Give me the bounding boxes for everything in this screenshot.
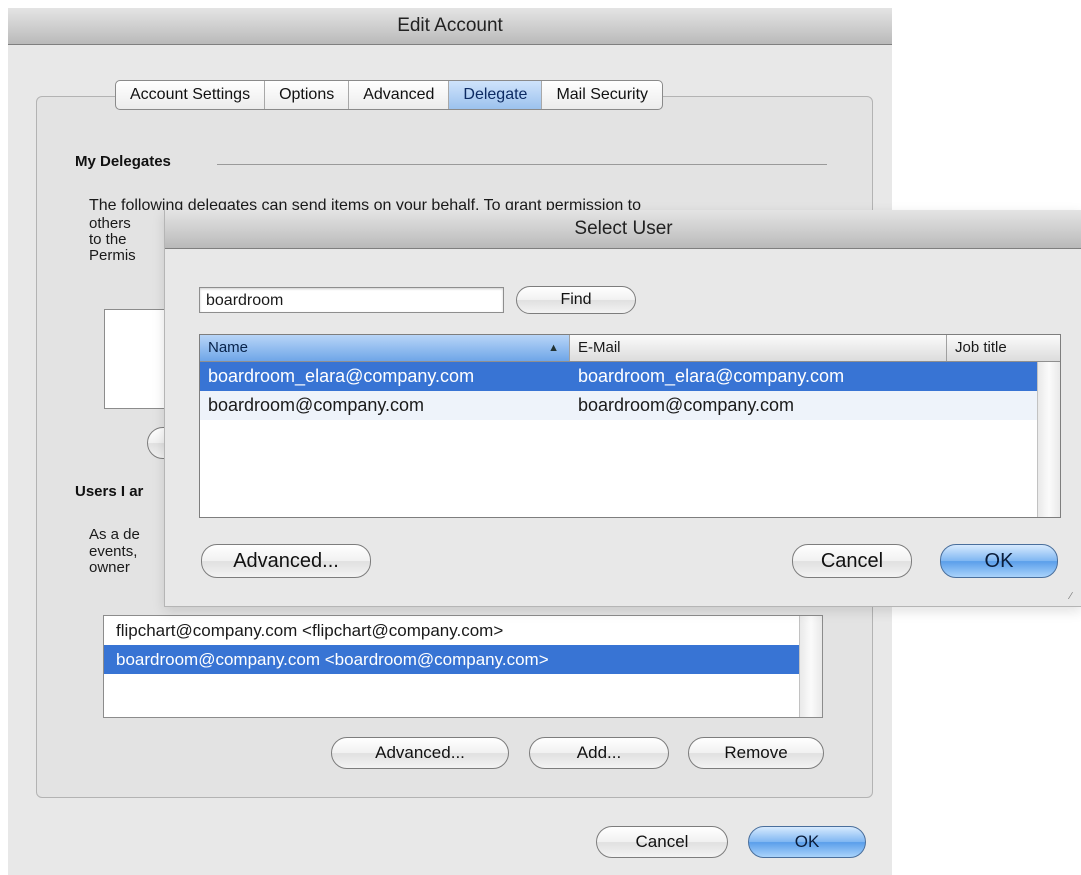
user-results-table: Name ▲ E-Mail Job title boardroom_elara@… [199, 334, 1061, 518]
window-title: Edit Account [397, 15, 503, 36]
select-user-cancel-button[interactable]: Cancel [792, 544, 912, 578]
cell-job-title [947, 391, 1032, 420]
list-scrollbar[interactable] [799, 616, 822, 717]
select-user-advanced-button[interactable]: Advanced... [201, 544, 371, 578]
my-delegates-heading: My Delegates [75, 153, 171, 170]
cancel-button[interactable]: Cancel [596, 826, 728, 858]
cell-name: boardroom@company.com [208, 395, 425, 415]
my-delegates-description-line-3: to the [89, 231, 127, 248]
my-delegates-description-line-4: Permis [89, 247, 136, 264]
select-user-titlebar[interactable]: Select User [165, 210, 1081, 249]
section-divider [217, 164, 827, 165]
remove-button[interactable]: Remove [688, 737, 824, 769]
cell-name: boardroom_elara@company.com [208, 366, 475, 386]
cell-email: boardroom_elara@company.com [578, 366, 845, 386]
cell-email: boardroom@company.com [578, 395, 795, 415]
edit-account-titlebar[interactable]: Edit Account [8, 8, 892, 45]
tab-account-settings[interactable]: Account Settings [116, 81, 264, 109]
search-input[interactable]: boardroom [199, 287, 504, 313]
list-item-selected[interactable]: boardroom@company.com <boardroom@company… [104, 645, 822, 674]
tab-options[interactable]: Options [264, 81, 348, 109]
users-i-am-heading: Users I ar [75, 483, 144, 500]
table-row[interactable]: boardroom@company.com boardroom@company.… [200, 391, 1060, 420]
users-i-am-description-line-1: As a de [89, 526, 140, 543]
delegate-advanced-button[interactable]: Advanced... [331, 737, 509, 769]
users-i-am-description-line-2: events, [89, 543, 138, 560]
select-user-dialog: Select User boardroom Find Name ▲ E-Mail… [164, 210, 1081, 607]
add-button[interactable]: Add... [529, 737, 669, 769]
dialog-title: Select User [574, 218, 673, 239]
cell-job-title [947, 362, 1032, 391]
select-user-ok-button[interactable]: OK [940, 544, 1058, 578]
ok-button[interactable]: OK [748, 826, 866, 858]
tab-advanced[interactable]: Advanced [348, 81, 448, 109]
column-header-job-title-label: Job title [955, 339, 1007, 356]
column-header-email[interactable]: E-Mail [570, 335, 947, 361]
tab-mail-security[interactable]: Mail Security [541, 81, 662, 109]
my-delegates-description-line-2: others [89, 215, 131, 232]
users-i-am-description-line-3: owner [89, 559, 130, 576]
table-scrollbar[interactable] [1037, 362, 1060, 517]
users-i-am-list[interactable]: flipchart@company.com <flipchart@company… [103, 615, 823, 718]
list-item[interactable]: flipchart@company.com <flipchart@company… [104, 616, 822, 645]
find-button[interactable]: Find [516, 286, 636, 314]
sort-ascending-icon: ▲ [548, 342, 559, 354]
column-header-name-label: Name [208, 339, 249, 356]
column-header-email-label: E-Mail [578, 339, 621, 356]
tab-delegate[interactable]: Delegate [448, 81, 542, 109]
table-header: Name ▲ E-Mail Job title [200, 335, 1060, 362]
table-row-selected[interactable]: boardroom_elara@company.com boardroom_el… [200, 362, 1060, 391]
column-header-name[interactable]: Name ▲ [200, 335, 570, 361]
tab-bar: Account Settings Options Advanced Delega… [115, 80, 664, 110]
column-header-job-title[interactable]: Job title [947, 335, 1060, 361]
resize-grip-icon[interactable]: ∕ [1070, 592, 1080, 602]
